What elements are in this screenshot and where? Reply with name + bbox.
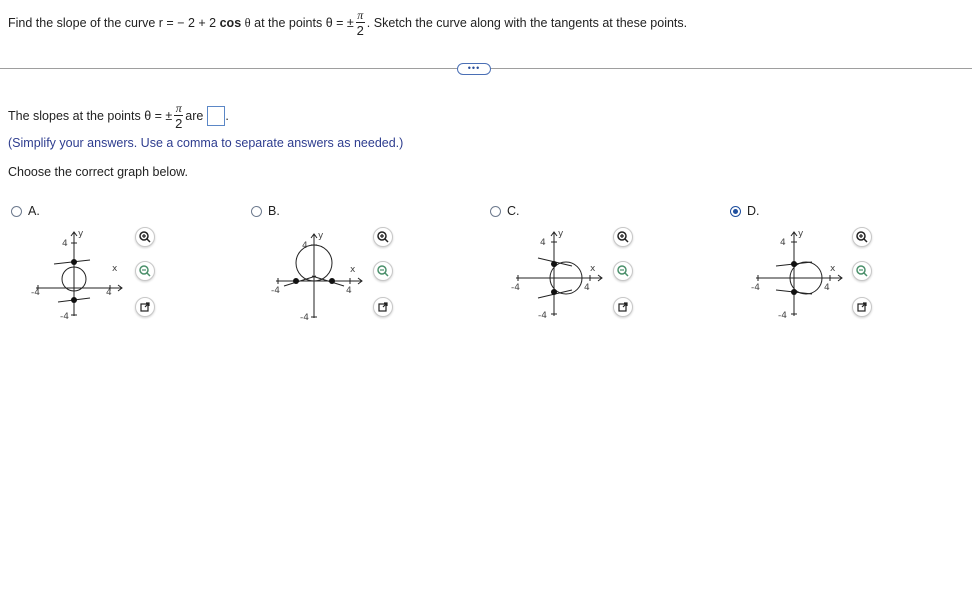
question-cos: cos [219,16,242,30]
graph-c-zoom-in-button[interactable] [613,227,633,247]
option-d-radio[interactable] [730,205,741,217]
option-d-label: D. [747,204,760,218]
graph-a-point [71,259,77,265]
graph-d-zoom-in-button[interactable] [852,227,872,247]
graph-a-open-button[interactable] [135,297,155,317]
graph-d-y-tick: 4 [780,238,786,248]
answer-are: are [185,109,204,123]
more-options-button[interactable]: ••• [457,63,491,75]
open-new-window-icon [378,302,388,312]
option-c-label: C. [507,204,520,218]
graph-a-x-label: x [112,264,118,274]
graph-c-y-tick-neg: -4 [538,311,547,321]
answer-period: . [225,109,229,123]
question-text: Find the slope of the curve r = − 2 + 2 … [8,8,687,38]
graph-d: y x 4 4 -4 -4 [751,229,843,321]
graph-c-y-tick: 4 [540,238,546,248]
option-a[interactable]: A. [11,204,40,218]
graph-b-zoom-out-button[interactable] [373,261,393,281]
answer-prefix: The slopes at the points [8,109,141,123]
graph-b-zoom-in-button[interactable] [373,227,393,247]
graph-b-x-label: x [350,265,356,275]
option-d[interactable]: D. [730,204,760,218]
graph-b-y-label: y [318,231,324,241]
graph-c-x-tick-neg: -4 [511,283,520,293]
graph-c-open-button[interactable] [613,297,633,317]
graph-d-y-tick-neg: -4 [778,311,787,321]
graph-b-x-tick-neg: -4 [271,286,280,296]
question-prefix: Find the slope of the curve r = − 2 + 2 [8,16,217,30]
open-new-window-icon [857,302,867,312]
graph-a-point [71,297,77,303]
graph-c-x-tick: 4 [584,283,590,293]
graph-d-x-tick: 4 [824,283,830,293]
question-suffix: . Sketch the curve along with the tangen… [366,16,688,30]
graph-a-x-tick: 4 [106,288,112,298]
graph-d-zoom-out-button[interactable] [852,261,872,281]
graph-d-y-label: y [798,229,804,239]
graph-d-point [791,289,797,295]
graph-b-y-tick: 4 [302,241,308,251]
zoom-out-icon [139,265,151,277]
zoom-in-icon [617,231,629,243]
graph-b: y x 4 4 -4 -4 [271,231,363,323]
choose-instruction: Choose the correct graph below. [8,165,188,179]
question-eq: θ = ± [325,16,354,30]
graph-d-open-button[interactable] [852,297,872,317]
graph-a-zoom-out-button[interactable] [135,261,155,281]
graph-a: y x 4 4 -4 -4 [31,229,123,322]
graph-c-zoom-out-button[interactable] [613,261,633,281]
zoom-in-icon [377,231,389,243]
graph-b-x-tick: 4 [346,286,352,296]
answer-frac-den: 2 [175,116,183,131]
question-mid: at the points [254,16,323,30]
graph-b-point [293,278,299,284]
answer-fraction: π 2 [174,101,184,131]
graph-d-point [791,261,797,267]
zoom-in-icon [856,231,868,243]
graph-c-y-label: y [558,229,564,239]
question-fraction: π 2 [355,8,365,38]
option-c[interactable]: C. [490,204,520,218]
graph-c-x-label: x [590,264,596,274]
graph-c-point [551,289,557,295]
option-c-radio[interactable] [490,205,501,217]
graph-a-y-tick: 4 [62,239,68,249]
graph-c: y x 4 4 -4 -4 [511,229,603,321]
graph-d-x-tick-neg: -4 [751,283,760,293]
zoom-out-icon [856,265,868,277]
slope-answer-input[interactable] [207,106,226,126]
graph-d-x-label: x [830,264,836,274]
option-a-label: A. [28,204,40,218]
graph-b-open-button[interactable] [373,297,393,317]
graph-c-point [551,261,557,267]
zoom-out-icon [377,265,389,277]
question-frac-den: 2 [356,23,364,38]
graph-a-y-tick-neg: -4 [60,312,69,322]
option-b-label: B. [268,204,280,218]
open-new-window-icon [618,302,628,312]
graph-b-point [329,278,335,284]
question-frac-num: π [357,8,364,22]
option-a-radio[interactable] [11,205,22,217]
question-theta: θ [244,15,251,30]
zoom-in-icon [139,231,151,243]
answer-line: The slopes at the points θ = ± π 2 are . [8,100,229,132]
option-b[interactable]: B. [251,204,280,218]
graph-a-x-tick-neg: -4 [31,288,40,298]
answer-eq: θ = ± [144,109,173,123]
option-b-radio[interactable] [251,205,262,217]
zoom-out-icon [617,265,629,277]
graph-b-y-tick-neg: -4 [300,313,309,323]
answer-hint: (Simplify your answers. Use a comma to s… [8,136,404,150]
graph-a-zoom-in-button[interactable] [135,227,155,247]
answer-frac-num: π [175,101,182,115]
open-new-window-icon [140,302,150,312]
graph-a-y-label: y [78,229,84,239]
